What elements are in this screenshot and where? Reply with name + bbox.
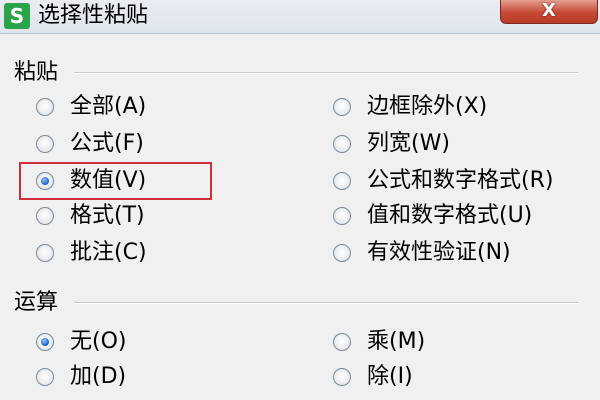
option-label: 列宽(W) [367, 131, 450, 156]
option-label: 批注(C) [70, 240, 147, 265]
option-all-except-borders[interactable]: 边框除外(X) [333, 93, 487, 121]
paste-section-divider [74, 72, 578, 74]
radio-operation-multiply[interactable] [333, 333, 351, 351]
radio-validation[interactable] [333, 244, 351, 262]
operation-section-divider [74, 302, 578, 304]
app-logo-icon: S [4, 3, 30, 29]
radio-paste-formats[interactable] [36, 207, 54, 225]
option-operation-divide[interactable]: 除(I) [333, 363, 413, 391]
option-label: 全部(A) [70, 94, 147, 119]
radio-values-and-number-formats[interactable] [333, 207, 351, 225]
option-label: 无(O) [70, 329, 127, 354]
option-column-widths[interactable]: 列宽(W) [333, 130, 450, 158]
option-operation-multiply[interactable]: 乘(M) [333, 328, 425, 356]
radio-operation-divide[interactable] [333, 368, 351, 386]
option-formulas-and-number-formats[interactable]: 公式和数字格式(R) [333, 167, 553, 195]
option-paste-all[interactable]: 全部(A) [36, 93, 146, 121]
radio-operation-add[interactable] [36, 368, 54, 386]
close-button[interactable]: X [500, 0, 598, 24]
option-values-and-number-formats[interactable]: 值和数字格式(U) [333, 202, 532, 230]
dialog-title: 选择性粘贴 [38, 3, 149, 28]
radio-all-except-borders[interactable] [333, 98, 351, 116]
option-label: 有效性验证(N) [367, 240, 511, 265]
close-icon: X [542, 0, 556, 21]
option-label: 公式(F) [70, 131, 144, 156]
option-label: 数值(V) [70, 168, 147, 193]
option-operation-none[interactable]: 无(O) [36, 328, 126, 356]
radio-formulas-and-number-formats[interactable] [333, 172, 351, 190]
option-label: 除(I) [367, 364, 413, 389]
option-label: 边框除外(X) [367, 94, 488, 119]
paste-section-title: 粘贴 [14, 60, 59, 85]
option-paste-values[interactable]: 数值(V) [36, 167, 146, 195]
radio-paste-all[interactable] [36, 98, 54, 116]
radio-paste-formulas[interactable] [36, 135, 54, 153]
option-paste-formulas[interactable]: 公式(F) [36, 130, 144, 158]
option-validation[interactable]: 有效性验证(N) [333, 239, 511, 267]
option-paste-formats[interactable]: 格式(T) [36, 202, 145, 230]
title-bar: S 选择性粘贴 X [0, 0, 600, 34]
radio-operation-none[interactable] [36, 333, 54, 351]
option-label: 值和数字格式(U) [367, 203, 533, 228]
operation-section-title: 运算 [14, 290, 59, 315]
option-paste-comments[interactable]: 批注(C) [36, 239, 147, 267]
option-label: 格式(T) [70, 203, 145, 228]
option-label: 公式和数字格式(R) [367, 168, 554, 193]
radio-paste-values[interactable] [36, 172, 54, 190]
option-label: 乘(M) [367, 329, 426, 354]
option-label: 加(D) [70, 364, 127, 389]
radio-column-widths[interactable] [333, 135, 351, 153]
radio-paste-comments[interactable] [36, 244, 54, 262]
option-operation-add[interactable]: 加(D) [36, 363, 126, 391]
